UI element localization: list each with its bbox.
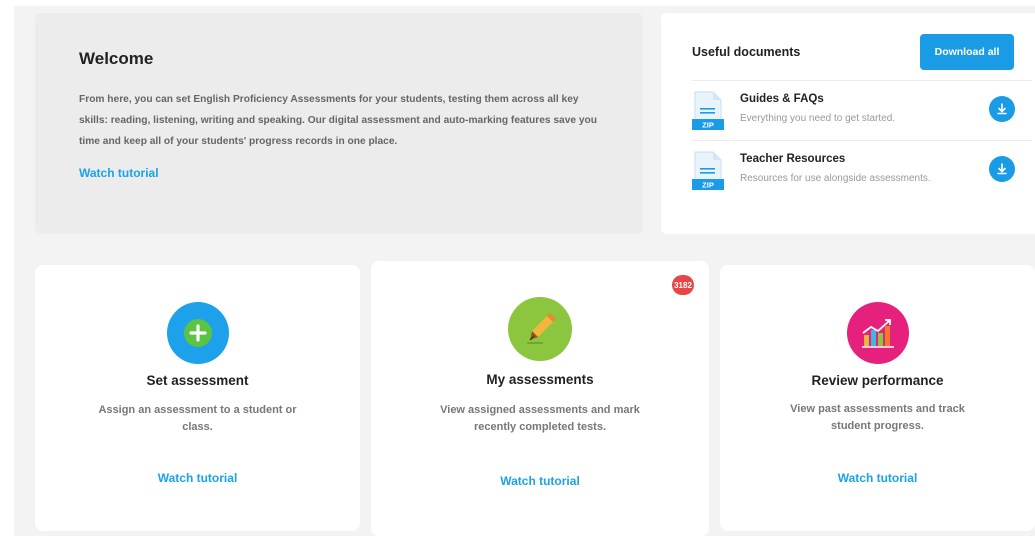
card-description: View past assessments and track student … bbox=[790, 403, 965, 432]
document-item-teacher-resources[interactable]: ZIP Teacher Resources Resources for use … bbox=[692, 151, 1032, 201]
set-assessment-icon bbox=[166, 302, 229, 364]
watch-tutorial-link[interactable]: Watch tutorial bbox=[720, 471, 1035, 485]
document-title: Teacher Resources bbox=[740, 153, 846, 165]
review-performance-icon bbox=[846, 302, 909, 364]
watch-tutorial-link[interactable]: Watch tutorial bbox=[371, 474, 709, 488]
plus-icon bbox=[183, 319, 212, 347]
document-subtitle: Resources for use alongside assessments. bbox=[740, 173, 931, 184]
card-title: Review performance bbox=[811, 373, 944, 388]
set-assessment-card[interactable]: Set assessment Assign an assessment to a… bbox=[35, 265, 360, 531]
zip-file-icon: ZIP bbox=[692, 151, 724, 190]
useful-documents-panel: Useful documents Download all ZIP Guides… bbox=[661, 13, 1035, 234]
download-all-button[interactable]: Download all bbox=[920, 34, 1014, 70]
watch-tutorial-link[interactable]: Watch tutorial bbox=[35, 471, 360, 485]
my-assessments-card[interactable]: My assessments View assigned assessments… bbox=[371, 261, 709, 536]
download-button[interactable] bbox=[989, 96, 1015, 122]
chart-icon bbox=[861, 319, 894, 348]
my-assessments-icon bbox=[508, 297, 572, 361]
welcome-watch-tutorial-link[interactable]: Watch tutorial bbox=[79, 166, 159, 180]
download-button[interactable] bbox=[989, 156, 1015, 182]
card-description: Assign an assessment to a student or cla… bbox=[98, 404, 297, 433]
welcome-title: Welcome bbox=[79, 49, 154, 68]
zip-label: ZIP bbox=[702, 121, 714, 130]
zip-label: ZIP bbox=[702, 181, 714, 190]
document-title: Guides & FAQs bbox=[740, 93, 824, 105]
document-subtitle: Everything you need to get started. bbox=[740, 113, 896, 124]
divider bbox=[692, 140, 1032, 141]
welcome-panel: Welcome From here, you can set English P… bbox=[35, 13, 643, 234]
card-description: View assigned assessments and mark recen… bbox=[440, 404, 640, 433]
pen-icon bbox=[527, 313, 556, 344]
notification-badge: 3182 bbox=[672, 275, 694, 295]
divider bbox=[692, 80, 1032, 81]
card-title: My assessments bbox=[486, 372, 594, 387]
download-icon bbox=[997, 163, 1007, 175]
left-strip bbox=[0, 0, 14, 536]
review-performance-card[interactable]: Review performance View past assessments… bbox=[720, 265, 1035, 531]
zip-file-icon: ZIP bbox=[692, 91, 724, 130]
document-item-guides[interactable]: ZIP Guides & FAQs Everything you need to… bbox=[692, 91, 1032, 141]
useful-documents-title: Useful documents bbox=[692, 45, 801, 59]
download-icon bbox=[997, 103, 1007, 115]
welcome-text: From here, you can set English Proficien… bbox=[79, 94, 598, 147]
top-strip bbox=[0, 0, 1035, 6]
card-title: Set assessment bbox=[146, 373, 249, 388]
